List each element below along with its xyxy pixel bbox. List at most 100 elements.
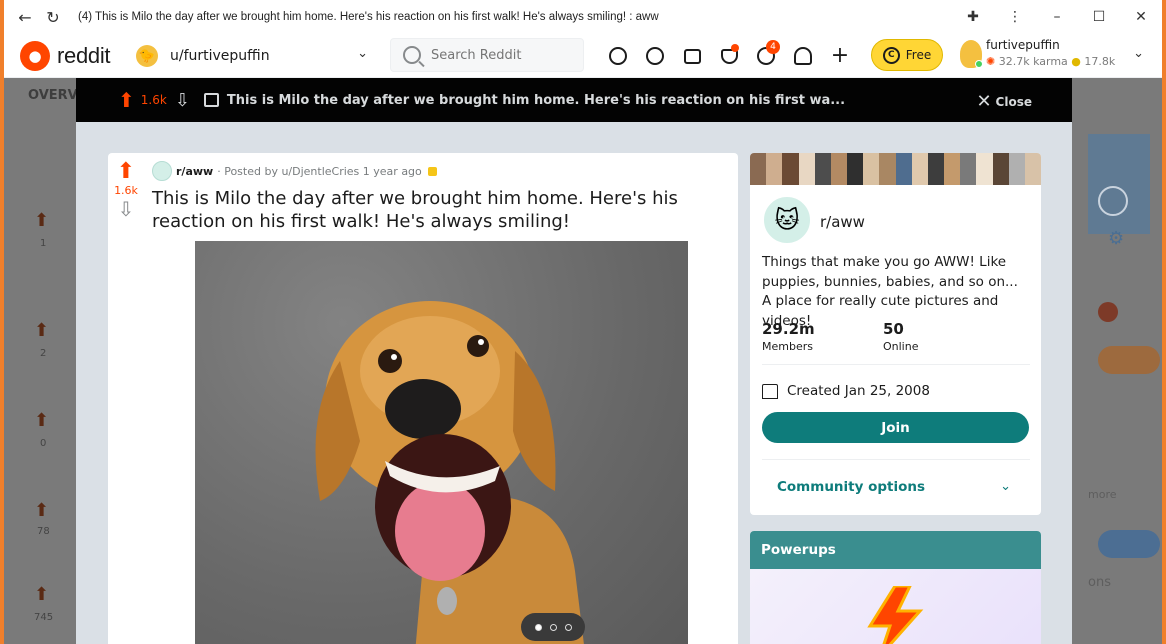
close-button[interactable]: ✕ Close — [976, 91, 1032, 112]
banner-tile — [798, 153, 815, 185]
user-avatar-icon: 🐤 — [136, 45, 158, 67]
close-label: Close — [995, 94, 1032, 109]
powerups-header: Powerups — [750, 531, 1041, 569]
divider — [762, 364, 1030, 365]
chevron-down-icon: ⌄ — [357, 46, 368, 61]
downvote-arrow-icon[interactable]: ⇩ — [108, 197, 144, 221]
karma-info: ✺ 32.7k karma ● 17.8k — [986, 55, 1115, 68]
downvote-arrow-icon[interactable]: ⇩ — [175, 90, 190, 111]
user-menu[interactable]: furtivepuffin ✺ 32.7k karma ● 17.8k ⌄ — [960, 36, 1160, 76]
subreddit-avatar-large[interactable]: 🐱 — [762, 195, 812, 245]
overview-tab: OVERVI — [28, 88, 83, 103]
notifications-bell-icon[interactable] — [789, 42, 817, 70]
community-dropdown-label: u/furtivepuffin — [170, 48, 270, 64]
online-label: Online — [883, 340, 919, 353]
posted-by: · Posted by u/DjentleCries 1 year ago — [217, 164, 422, 178]
bg-blue-block — [1088, 134, 1150, 234]
bg-upvote-icon: ⬆ — [34, 500, 50, 521]
header-icons: 4 + — [604, 40, 863, 70]
banner-tile — [766, 153, 783, 185]
carousel-dot[interactable] — [564, 623, 572, 631]
banner-tile — [830, 153, 848, 185]
banner-tile — [1024, 153, 1041, 185]
powerups-widget: Powerups — [750, 531, 1041, 644]
create-post-plus-icon[interactable]: + — [826, 42, 854, 70]
carousel-dot[interactable] — [549, 623, 557, 631]
post-vote-count: 1.6k — [114, 184, 138, 197]
coins-icon[interactable] — [641, 42, 669, 70]
online-status-dot — [975, 60, 983, 68]
join-button[interactable]: Join — [762, 412, 1029, 443]
back-arrow-icon[interactable]: ← — [12, 4, 38, 30]
online-value: 50 — [883, 320, 904, 338]
puppy-image — [315, 301, 584, 644]
community-options[interactable]: Community options — [777, 479, 925, 495]
bg-count: 78 — [37, 526, 50, 537]
subreddit-link[interactable]: r/aww — [176, 165, 213, 178]
modal-post-title: This is Milo the day after we brought hi… — [226, 92, 846, 108]
coin-small-icon: ● — [1071, 55, 1081, 68]
window-controls: ✚ ⋮ – ☐ ✕ — [952, 0, 1162, 34]
banner-tile — [750, 153, 767, 185]
subreddit-avatar[interactable] — [152, 161, 172, 181]
reddit-header: ● reddit 🐤 u/furtivepuffin ⌄ 4 + C Free — [4, 34, 1162, 78]
shield-icon[interactable] — [715, 42, 743, 70]
chat-icon[interactable]: 4 — [752, 40, 780, 70]
coin-icon: C — [882, 46, 900, 64]
bg-more-text: more — [1088, 488, 1117, 501]
more-vertical-icon[interactable]: ⋮ — [994, 9, 1036, 25]
popular-icon[interactable] — [604, 42, 632, 70]
reddit-wordmark: reddit — [57, 42, 111, 68]
close-window-icon[interactable]: ✕ — [1120, 9, 1162, 25]
subreddit-name[interactable]: r/aww — [820, 213, 865, 231]
banner-tile — [976, 153, 993, 185]
upvote-arrow-icon[interactable]: ⬆ — [118, 88, 135, 112]
post-image[interactable] — [195, 241, 688, 644]
free-coins-button[interactable]: C Free — [871, 39, 943, 71]
bg-upvote-icon: ⬆ — [34, 410, 50, 431]
refresh-icon[interactable]: ↻ — [40, 4, 66, 30]
bg-upvote-icon: ⬆ — [34, 210, 50, 231]
search-bar[interactable] — [390, 38, 584, 72]
banner-tile — [992, 153, 1009, 185]
chevron-down-icon[interactable]: ⌄ — [1000, 479, 1011, 494]
banner-tile — [847, 153, 864, 185]
created-date: Created Jan 25, 2008 — [762, 383, 930, 399]
username: furtivepuffin — [986, 38, 1060, 52]
karma-icon: ✺ — [986, 55, 996, 68]
vote-column: ⬆ 1.6k ⇩ — [108, 153, 144, 221]
banner-tile — [782, 153, 799, 185]
banner-tile — [879, 153, 896, 185]
upvote-arrow-icon[interactable]: ⬆ — [108, 159, 144, 184]
extensions-puzzle-icon[interactable]: ✚ — [952, 9, 994, 25]
banner-tile — [911, 153, 928, 185]
carousel-dot-active[interactable] — [534, 623, 542, 631]
search-input[interactable] — [431, 47, 571, 63]
bg-count: 745 — [34, 612, 54, 623]
post-meta: r/aww · Posted by u/DjentleCries 1 year … — [152, 161, 437, 181]
banner-tile — [895, 153, 912, 185]
bg-orange-button — [1098, 346, 1160, 374]
bg-circle-icon — [1098, 186, 1128, 216]
created-text: Created Jan 25, 2008 — [787, 383, 930, 399]
reddit-logo[interactable]: ● reddit — [20, 40, 111, 71]
search-icon — [403, 46, 421, 64]
talk-icon[interactable] — [678, 42, 706, 70]
banner-tile — [944, 153, 961, 185]
divider — [762, 459, 1030, 460]
subreddit-sidebar: 🐱 r/aww Things that make you go AWW! Lik… — [750, 153, 1041, 515]
post-title: This is Milo the day after we brought hi… — [152, 188, 678, 232]
bg-count: 0 — [40, 438, 47, 449]
maximize-icon[interactable]: ☐ — [1078, 9, 1120, 25]
background-right-panel: ⚙ more ons — [1072, 78, 1162, 644]
browser-window: ← ↻ (4) This is Milo the day after we br… — [0, 0, 1166, 644]
bg-red-dot — [1098, 302, 1118, 322]
community-dropdown[interactable]: 🐤 u/furtivepuffin ⌄ — [136, 40, 376, 72]
window-title-bar: ← ↻ (4) This is Milo the day after we br… — [4, 0, 1162, 34]
banner-tile — [960, 153, 977, 185]
banner-tile — [814, 153, 831, 185]
minimize-icon[interactable]: – — [1036, 9, 1078, 25]
gear-icon: ⚙ — [1108, 228, 1125, 249]
cake-icon — [762, 383, 778, 399]
carousel-indicator[interactable] — [521, 613, 585, 641]
